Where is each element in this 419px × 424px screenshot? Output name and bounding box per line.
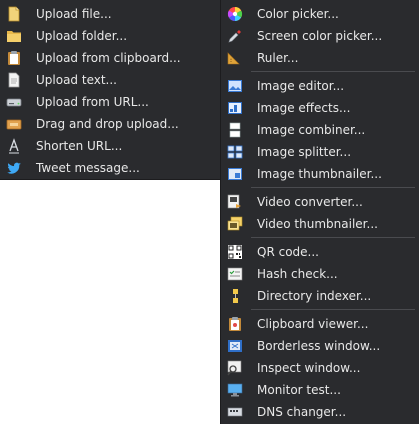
menu-item-inspect-window[interactable]: Inspect window... xyxy=(221,357,419,379)
menu-separator xyxy=(251,237,415,238)
menu-item-video-thumbnailer[interactable]: Video thumbnailer... xyxy=(221,213,419,235)
clipboard-icon xyxy=(6,50,22,66)
image-effects-icon xyxy=(227,100,243,116)
menu-item-image-thumbnailer[interactable]: Image thumbnailer... xyxy=(221,163,419,185)
image-combiner-icon xyxy=(227,122,243,138)
text-document-icon xyxy=(6,72,22,88)
borderless-window-icon xyxy=(227,338,243,354)
menu-item-label: QR code... xyxy=(257,245,319,259)
folder-icon xyxy=(6,28,22,44)
menu-item-label: Monitor test... xyxy=(257,383,341,397)
menu-item-label: Hash check... xyxy=(257,267,338,281)
directory-indexer-icon xyxy=(227,288,243,304)
image-thumbnailer-icon xyxy=(227,166,243,182)
menu-item-shorten-url[interactable]: Shorten URL... xyxy=(0,135,220,157)
menu-item-hash-check[interactable]: Hash check... xyxy=(221,263,419,285)
drive-icon xyxy=(6,94,22,110)
dns-icon xyxy=(227,404,243,420)
menu-separator xyxy=(251,309,415,310)
menu-item-video-converter[interactable]: Video converter... xyxy=(221,191,419,213)
menu-item-label: Video thumbnailer... xyxy=(257,217,378,231)
menu-item-image-combiner[interactable]: Image combiner... xyxy=(221,119,419,141)
eyedropper-icon xyxy=(227,28,243,44)
menu-item-label: Tweet message... xyxy=(36,161,140,175)
menu-item-tweet-message[interactable]: Tweet message... xyxy=(0,157,220,179)
inspect-window-icon xyxy=(227,360,243,376)
menu-item-label: Upload file... xyxy=(36,7,112,21)
menu-item-dns-changer[interactable]: DNS changer... xyxy=(221,401,419,423)
menu-item-label: DNS changer... xyxy=(257,405,347,419)
menu-item-label: Upload folder... xyxy=(36,29,128,43)
file-icon xyxy=(6,6,22,22)
menu-item-qr-code[interactable]: QR code... xyxy=(221,241,419,263)
menu-item-label: Image splitter... xyxy=(257,145,352,159)
menu-item-upload-clipboard[interactable]: Upload from clipboard... xyxy=(0,47,220,69)
menu-item-clipboard-viewer[interactable]: Clipboard viewer... xyxy=(221,313,419,335)
menu-item-label: Clipboard viewer... xyxy=(257,317,369,331)
menu-item-upload-file[interactable]: Upload file... xyxy=(0,3,220,25)
shorten-url-icon xyxy=(6,138,22,154)
color-wheel-icon xyxy=(227,6,243,22)
menu-item-label: Color picker... xyxy=(257,7,339,21)
menu-item-image-effects[interactable]: Image effects... xyxy=(221,97,419,119)
menu-item-label: Upload from URL... xyxy=(36,95,149,109)
menu-item-label: Directory indexer... xyxy=(257,289,372,303)
hash-check-icon xyxy=(227,266,243,282)
menu-item-label: Ruler... xyxy=(257,51,299,65)
menu-item-directory-indexer[interactable]: Directory indexer... xyxy=(221,285,419,307)
qr-code-icon xyxy=(227,244,243,260)
menu-separator xyxy=(251,187,415,188)
menu-item-upload-text[interactable]: Upload text... xyxy=(0,69,220,91)
menu-item-label: Inspect window... xyxy=(257,361,361,375)
menu-item-upload-folder[interactable]: Upload folder... xyxy=(0,25,220,47)
menu-item-label: Drag and drop upload... xyxy=(36,117,179,131)
menu-item-label: Upload text... xyxy=(36,73,117,87)
menu-item-screen-color-picker[interactable]: Screen color picker... xyxy=(221,25,419,47)
menu-item-color-picker[interactable]: Color picker... xyxy=(221,3,419,25)
ruler-icon xyxy=(227,50,243,66)
menu-item-monitor-test[interactable]: Monitor test... xyxy=(221,379,419,401)
upload-menu: Upload file... Upload folder... Upload f… xyxy=(0,0,221,180)
menu-separator xyxy=(251,71,415,72)
menu-item-borderless-window[interactable]: Borderless window... xyxy=(221,335,419,357)
menu-item-drag-drop-upload[interactable]: Drag and drop upload... xyxy=(0,113,220,135)
tools-menu: Color picker... Screen color picker... R… xyxy=(220,0,419,424)
image-editor-icon xyxy=(227,78,243,94)
menu-item-ruler[interactable]: Ruler... xyxy=(221,47,419,69)
menu-item-label: Screen color picker... xyxy=(257,29,383,43)
twitter-bird-icon xyxy=(6,160,22,176)
menu-item-label: Shorten URL... xyxy=(36,139,123,153)
video-thumbnailer-icon xyxy=(227,216,243,232)
drop-box-icon xyxy=(6,116,22,132)
menu-item-label: Image combiner... xyxy=(257,123,366,137)
menu-item-upload-url[interactable]: Upload from URL... xyxy=(0,91,220,113)
menu-item-label: Image effects... xyxy=(257,101,351,115)
menu-item-label: Image thumbnailer... xyxy=(257,167,382,181)
menu-item-image-editor[interactable]: Image editor... xyxy=(221,75,419,97)
clipboard-viewer-icon xyxy=(227,316,243,332)
menu-item-label: Upload from clipboard... xyxy=(36,51,181,65)
menu-item-label: Borderless window... xyxy=(257,339,381,353)
menu-item-image-splitter[interactable]: Image splitter... xyxy=(221,141,419,163)
monitor-icon xyxy=(227,382,243,398)
menu-item-label: Video converter... xyxy=(257,195,363,209)
menu-item-label: Image editor... xyxy=(257,79,345,93)
video-converter-icon xyxy=(227,194,243,210)
image-splitter-icon xyxy=(227,144,243,160)
